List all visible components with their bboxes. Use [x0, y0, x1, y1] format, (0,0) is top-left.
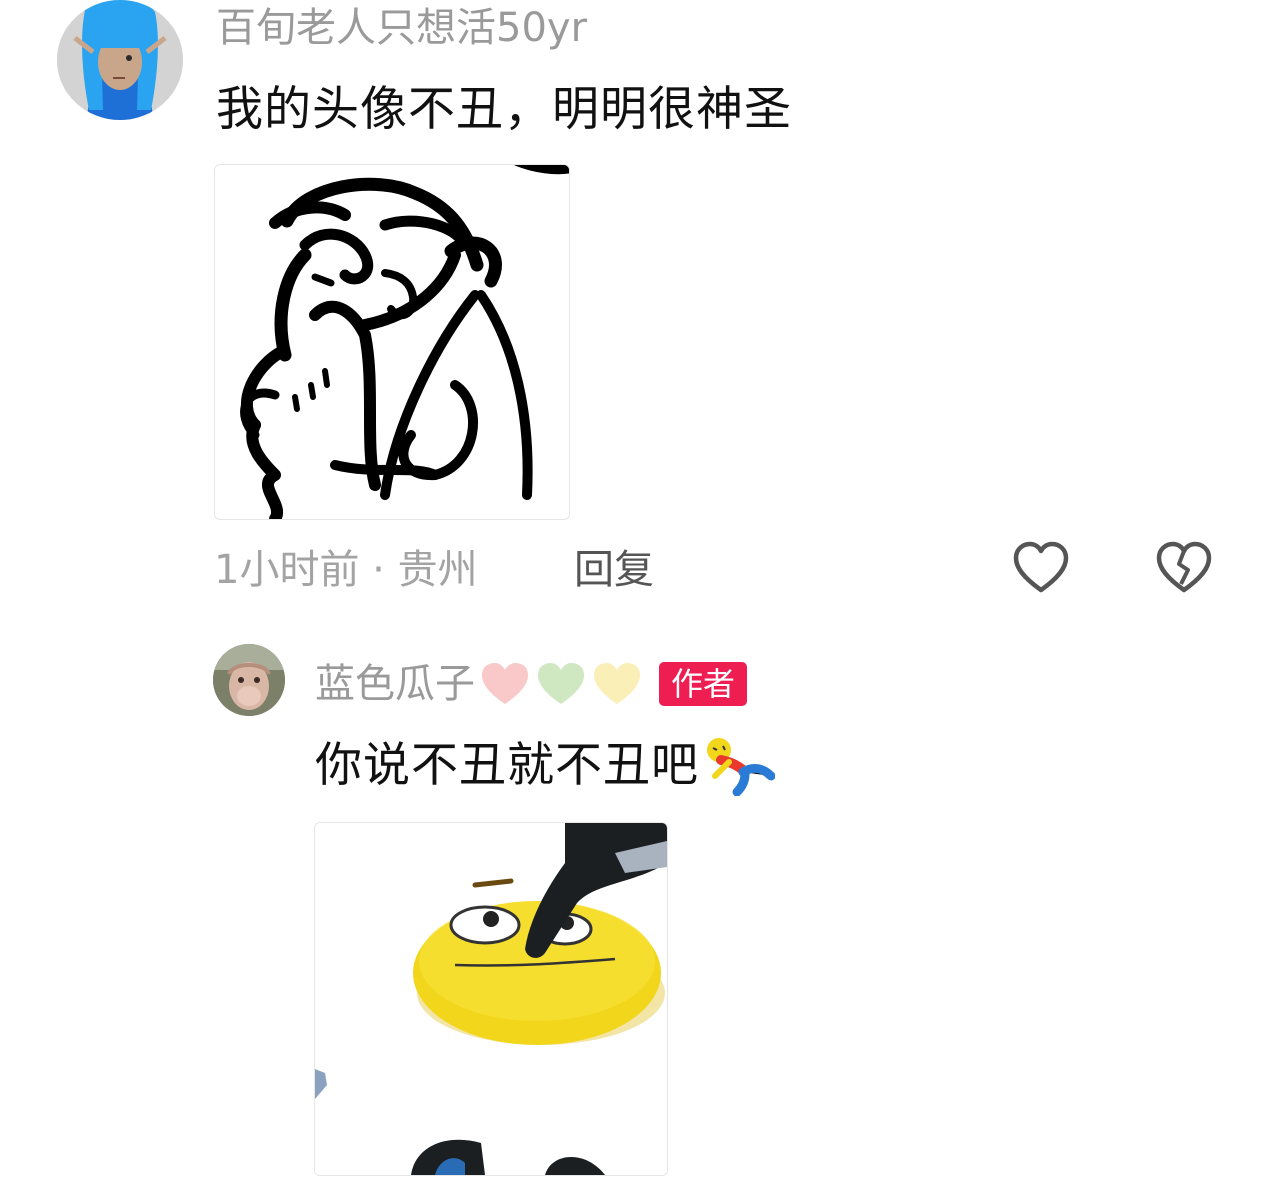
author-comment-row: 你说不丑就不丑吧	[315, 736, 775, 796]
fallen-person-emoji-icon	[707, 738, 775, 796]
author-badge: 作者	[659, 662, 748, 706]
comment-image-sticker[interactable]	[214, 164, 570, 520]
reply-button[interactable]: 回复	[574, 546, 654, 594]
comment-text: 你说不丑就不丑吧	[315, 738, 699, 793]
comment-username[interactable]: 百旬老人只想活50yr	[216, 4, 587, 52]
heart-outline-icon[interactable]	[1012, 540, 1070, 596]
yellow-heart-icon	[594, 663, 640, 704]
green-heart-icon	[538, 663, 584, 704]
author-username[interactable]: 蓝色瓜子	[315, 660, 475, 708]
comment-time-location: 1小时前 · 贵州	[214, 547, 478, 593]
comment-text: 我的头像不丑，明明很神圣	[216, 82, 792, 137]
pink-heart-icon	[482, 663, 528, 704]
user-avatar[interactable]	[57, 0, 183, 120]
author-name-row: 蓝色瓜子 作者	[315, 656, 748, 712]
author-avatar[interactable]	[213, 644, 285, 716]
broken-heart-icon[interactable]	[1155, 540, 1213, 596]
comment-image-sticker[interactable]	[314, 822, 668, 1176]
